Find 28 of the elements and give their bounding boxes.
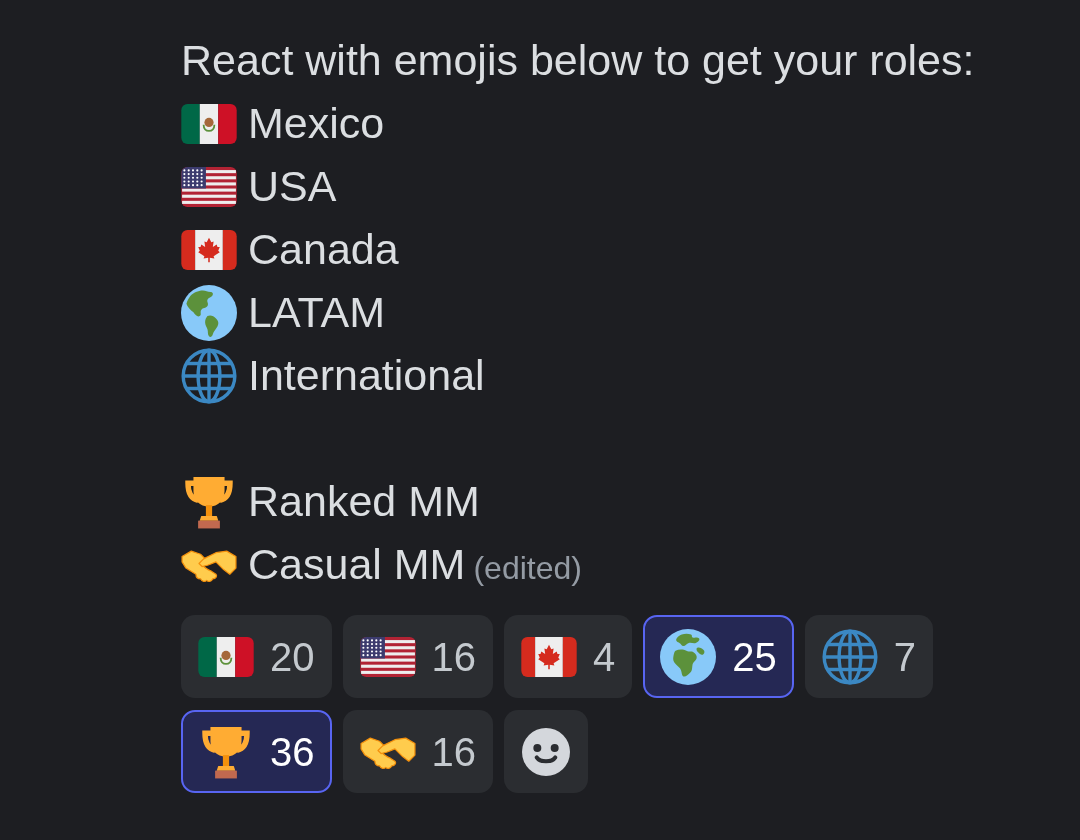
role-label: Ranked MM	[248, 476, 480, 527]
europe-africa-globe-icon	[660, 628, 717, 685]
smiley-icon	[522, 727, 570, 776]
americas-globe-icon	[181, 284, 237, 341]
reaction-button[interactable]: 20	[181, 615, 332, 698]
role-label: LATAM	[248, 287, 385, 338]
usa-flag-icon	[181, 166, 237, 207]
globe-icon	[821, 628, 878, 685]
add-reaction-button[interactable]	[504, 710, 588, 793]
reaction-button[interactable]: 4	[504, 615, 633, 698]
globe-icon	[181, 347, 237, 404]
edited-label: (edited)	[473, 549, 582, 588]
reaction-button[interactable]: 16	[342, 710, 493, 793]
canada-flag-icon	[181, 229, 237, 270]
usa-flag-icon	[359, 636, 416, 677]
message-text: React with emojis below to get your roles:	[181, 35, 975, 86]
role-label: Canada	[248, 224, 399, 275]
role-label: Mexico	[248, 98, 385, 149]
role-label: USA	[248, 161, 337, 212]
role-label: International	[248, 350, 485, 401]
mexico-flag-icon	[198, 636, 254, 677]
reaction-button[interactable]: 25	[643, 615, 794, 698]
reaction-button[interactable]: 36	[181, 710, 332, 793]
reaction-button[interactable]: 16	[342, 615, 493, 698]
reaction-button[interactable]: 7	[804, 615, 933, 698]
role-label: Casual MM	[248, 539, 466, 590]
mexico-flag-icon	[181, 103, 237, 144]
canada-flag-icon	[521, 636, 577, 677]
